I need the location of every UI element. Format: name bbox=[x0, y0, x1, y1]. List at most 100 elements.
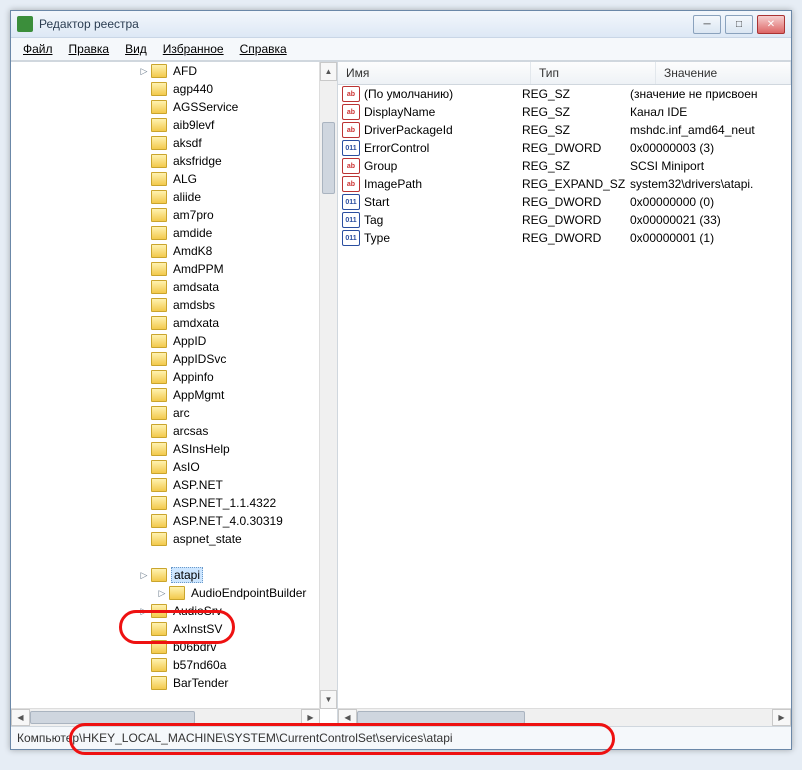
tree-item-label: aliide bbox=[171, 190, 203, 204]
tree-item[interactable]: aspnet_state bbox=[11, 530, 320, 548]
menu-edit[interactable]: Правка bbox=[61, 40, 118, 58]
scroll-hthumb[interactable] bbox=[30, 711, 195, 724]
tree-item[interactable]: aliide bbox=[11, 188, 320, 206]
maximize-button[interactable]: □ bbox=[725, 15, 753, 34]
folder-icon bbox=[169, 586, 185, 600]
scroll-left-button[interactable]: ◀ bbox=[11, 709, 30, 726]
tree-item[interactable]: amdxata bbox=[11, 314, 320, 332]
tree-item[interactable]: ASP.NET_1.1.4322 bbox=[11, 494, 320, 512]
expand-toggle-icon[interactable]: ▷ bbox=[139, 66, 149, 77]
value-row[interactable]: abDisplayNameREG_SZКанал IDE bbox=[338, 103, 791, 121]
tree-item[interactable]: AsIO bbox=[11, 458, 320, 476]
column-name[interactable]: Имя bbox=[338, 62, 531, 84]
tree-item[interactable]: AGSService bbox=[11, 98, 320, 116]
value-row[interactable]: ab(По умолчанию)REG_SZ(значение не присв… bbox=[338, 85, 791, 103]
values-list[interactable]: ab(По умолчанию)REG_SZ(значение не присв… bbox=[338, 85, 791, 726]
tree-item[interactable]: ASInsHelp bbox=[11, 440, 320, 458]
tree-item[interactable]: amdide bbox=[11, 224, 320, 242]
folder-icon bbox=[151, 154, 167, 168]
tree-item[interactable]: ▷atapi bbox=[11, 566, 320, 584]
vals-scroll-thumb[interactable] bbox=[357, 711, 525, 724]
tree-item[interactable]: AppIDSvc bbox=[11, 350, 320, 368]
folder-icon bbox=[151, 208, 167, 222]
value-row[interactable]: 011TagREG_DWORD0x00000021 (33) bbox=[338, 211, 791, 229]
tree-item[interactable]: amdsbs bbox=[11, 296, 320, 314]
titlebar[interactable]: Редактор реестра ─ □ ✕ bbox=[11, 11, 791, 38]
tree-horizontal-scrollbar[interactable]: ◀ ▶ bbox=[11, 708, 320, 726]
close-button[interactable]: ✕ bbox=[757, 15, 785, 34]
tree-item[interactable]: ▷AudioSrv bbox=[11, 602, 320, 620]
folder-icon bbox=[151, 460, 167, 474]
vals-scroll-track[interactable] bbox=[357, 709, 772, 726]
menu-file[interactable]: Файл bbox=[15, 40, 61, 58]
tree-item[interactable]: ASP.NET bbox=[11, 476, 320, 494]
value-type: REG_SZ bbox=[522, 123, 630, 137]
tree-item[interactable]: Appinfo bbox=[11, 368, 320, 386]
folder-icon bbox=[151, 262, 167, 276]
value-row[interactable]: abImagePathREG_EXPAND_SZsystem32\drivers… bbox=[338, 175, 791, 193]
column-value[interactable]: Значение bbox=[656, 62, 791, 84]
values-horizontal-scrollbar[interactable]: ◀ ▶ bbox=[338, 708, 791, 726]
tree-item-label: arcsas bbox=[171, 424, 210, 438]
tree-item[interactable]: BarTender bbox=[11, 674, 320, 692]
column-headers[interactable]: Имя Тип Значение bbox=[338, 62, 791, 85]
folder-icon bbox=[151, 496, 167, 510]
minimize-button[interactable]: ─ bbox=[693, 15, 721, 34]
folder-icon bbox=[151, 622, 167, 636]
tree-item[interactable]: ▷AFD bbox=[11, 62, 320, 80]
value-type: REG_DWORD bbox=[522, 213, 630, 227]
tree-item[interactable]: am7pro bbox=[11, 206, 320, 224]
tree-item[interactable]: b06bdrv bbox=[11, 638, 320, 656]
value-type: REG_SZ bbox=[522, 159, 630, 173]
vals-scroll-right[interactable]: ▶ bbox=[772, 709, 791, 726]
tree-item[interactable]: ▷AudioEndpointBuilder bbox=[11, 584, 320, 602]
tree-item[interactable]: AppID bbox=[11, 332, 320, 350]
scroll-right-button[interactable]: ▶ bbox=[301, 709, 320, 726]
menu-view[interactable]: Вид bbox=[117, 40, 155, 58]
value-type: REG_SZ bbox=[522, 105, 630, 119]
expand-toggle-icon[interactable]: ▷ bbox=[139, 570, 149, 581]
window-title: Редактор реестра bbox=[39, 17, 693, 31]
string-value-icon: ab bbox=[342, 104, 360, 120]
folder-icon bbox=[151, 190, 167, 204]
tree-list[interactable]: ▷AFDagp440AGSServiceaib9levfaksdfaksfrid… bbox=[11, 62, 320, 709]
scroll-up-button[interactable]: ▲ bbox=[320, 62, 337, 81]
tree-item-label: ASP.NET bbox=[171, 478, 225, 492]
expand-toggle-icon[interactable]: ▷ bbox=[157, 588, 167, 599]
tree-item[interactable]: arcsas bbox=[11, 422, 320, 440]
menu-help[interactable]: Справка bbox=[232, 40, 295, 58]
tree-item[interactable]: AxInstSV bbox=[11, 620, 320, 638]
tree-item-label: AppID bbox=[171, 334, 208, 348]
tree-item[interactable]: arc bbox=[11, 404, 320, 422]
tree-item[interactable]: ALG bbox=[11, 170, 320, 188]
tree-item[interactable]: aib9levf bbox=[11, 116, 320, 134]
tree-item[interactable]: agp440 bbox=[11, 80, 320, 98]
tree-item[interactable]: AmdPPM bbox=[11, 260, 320, 278]
expand-toggle-icon[interactable]: ▷ bbox=[139, 606, 149, 617]
tree-item[interactable]: AppMgmt bbox=[11, 386, 320, 404]
value-name: ImagePath bbox=[364, 177, 522, 191]
value-row[interactable]: abDriverPackageIdREG_SZmshdc.inf_amd64_n… bbox=[338, 121, 791, 139]
menu-favorites[interactable]: Избранное bbox=[155, 40, 232, 58]
value-row[interactable]: 011ErrorControlREG_DWORD0x00000003 (3) bbox=[338, 139, 791, 157]
tree-item[interactable]: b57nd60a bbox=[11, 656, 320, 674]
scroll-down-button[interactable]: ▼ bbox=[320, 690, 337, 709]
tree-vertical-scrollbar[interactable]: ▲ ▼ bbox=[319, 62, 337, 709]
value-type: REG_DWORD bbox=[522, 195, 630, 209]
scroll-thumb[interactable] bbox=[322, 122, 335, 194]
value-row[interactable]: abGroupREG_SZSCSI Miniport bbox=[338, 157, 791, 175]
tree-item[interactable]: aksdf bbox=[11, 134, 320, 152]
scroll-track[interactable] bbox=[30, 709, 301, 726]
vals-scroll-left[interactable]: ◀ bbox=[338, 709, 357, 726]
tree-item[interactable]: ASP.NET_4.0.30319 bbox=[11, 512, 320, 530]
value-row[interactable]: 011StartREG_DWORD0x00000000 (0) bbox=[338, 193, 791, 211]
tree-item-label: AppIDSvc bbox=[171, 352, 228, 366]
tree-item[interactable]: AmdK8 bbox=[11, 242, 320, 260]
column-type[interactable]: Тип bbox=[531, 62, 656, 84]
value-row[interactable]: 011TypeREG_DWORD0x00000001 (1) bbox=[338, 229, 791, 247]
tree-item[interactable]: amdsata bbox=[11, 278, 320, 296]
string-value-icon: ab bbox=[342, 158, 360, 174]
tree-pane: ▷AFDagp440AGSServiceaib9levfaksdfaksfrid… bbox=[11, 62, 338, 726]
value-type: REG_SZ bbox=[522, 87, 630, 101]
tree-item[interactable]: aksfridge bbox=[11, 152, 320, 170]
